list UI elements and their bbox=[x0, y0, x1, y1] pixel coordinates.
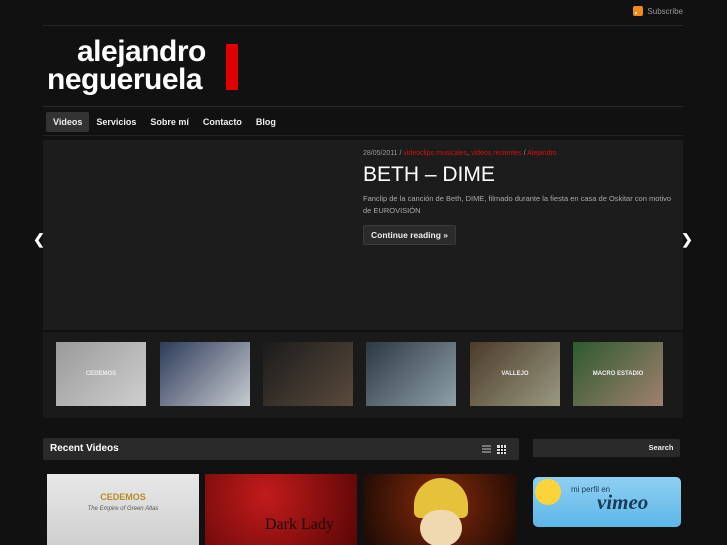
nav-item-sobre-mi[interactable]: Sobre mí bbox=[143, 112, 196, 132]
thumbnail-jeans[interactable] bbox=[160, 342, 250, 406]
sun-icon bbox=[535, 479, 561, 505]
nav-item-contacto[interactable]: Contacto bbox=[196, 112, 249, 132]
vimeo-profile-banner[interactable]: mi perfil en vimeo bbox=[533, 477, 681, 527]
nav-item-servicios[interactable]: Servicios bbox=[89, 112, 143, 132]
author-link[interactable]: Alejandro bbox=[527, 150, 557, 157]
thumbnail-dark-man[interactable] bbox=[263, 342, 353, 406]
slide-excerpt: Fanclip de la canción de Beth, DIME, fil… bbox=[363, 194, 672, 215]
logo-line-1: alejandro bbox=[77, 35, 206, 68]
search-button[interactable]: Search bbox=[642, 439, 680, 457]
slide-meta: 28/05/2011 / videoclips musicales, video… bbox=[363, 150, 557, 157]
card-subcaption: The Empire of Green Atlas bbox=[87, 506, 159, 512]
thumbnail-caption: VALLEJO bbox=[501, 371, 529, 377]
video-card-dark-lady[interactable]: Dark Lady bbox=[205, 474, 357, 545]
card-caption: CEDEMOS bbox=[100, 492, 146, 502]
card-caption: Dark Lady bbox=[265, 516, 334, 533]
divider bbox=[43, 135, 683, 136]
thumbnail-caption: MACRO ESTADIO bbox=[592, 371, 644, 377]
recent-videos-title: Recent Videos bbox=[50, 443, 119, 454]
list-view-icon[interactable] bbox=[482, 445, 491, 453]
grid-view-icon[interactable] bbox=[497, 445, 506, 454]
nav-item-blog[interactable]: Blog bbox=[249, 112, 283, 132]
divider bbox=[43, 106, 683, 107]
category-link-videoclips[interactable]: videoclips musicales bbox=[403, 150, 467, 157]
thumbnail-vallejo[interactable]: VALLEJO bbox=[470, 342, 560, 406]
top-bar: Subscribe bbox=[43, 0, 683, 26]
video-card-cedemos[interactable]: CEDEMOS The Empire of Green Atlas bbox=[47, 474, 199, 545]
search-input[interactable] bbox=[533, 439, 646, 457]
site-logo[interactable]: alejandro negueruela bbox=[47, 35, 238, 96]
slide-date: 28/05/2011 bbox=[363, 150, 398, 157]
rss-icon bbox=[633, 6, 644, 16]
subscribe-label: Subscribe bbox=[647, 6, 683, 16]
thumbnail-graffiti[interactable] bbox=[366, 342, 456, 406]
logo-line-2: negueruela bbox=[47, 63, 203, 96]
video-card-animation[interactable] bbox=[364, 474, 516, 545]
thumbnail-cedemos[interactable]: CEDEMOS bbox=[56, 342, 146, 406]
logo-red-bar bbox=[226, 44, 238, 90]
thumbnail-stadium[interactable]: MACRO ESTADIO bbox=[573, 342, 663, 406]
slider-next-arrow-icon[interactable]: ❯ bbox=[678, 230, 696, 248]
vimeo-logo-text: vimeo bbox=[597, 490, 649, 514]
subscribe-link[interactable]: Subscribe bbox=[633, 6, 683, 16]
thumbnail-caption: CEDEMOS bbox=[85, 371, 117, 377]
face-shape bbox=[420, 510, 462, 545]
slider-prev-arrow-icon[interactable]: ❮ bbox=[30, 230, 48, 248]
nav-item-videos[interactable]: Videos bbox=[46, 112, 90, 132]
category-link-recientes[interactable]: videos recientes bbox=[471, 150, 522, 157]
main-nav: Videos Servicios Sobre mí Contacto Blog bbox=[46, 112, 283, 132]
slide-title[interactable]: BETH – DIME bbox=[363, 163, 495, 187]
continue-reading-button[interactable]: Continue reading » bbox=[363, 225, 456, 245]
